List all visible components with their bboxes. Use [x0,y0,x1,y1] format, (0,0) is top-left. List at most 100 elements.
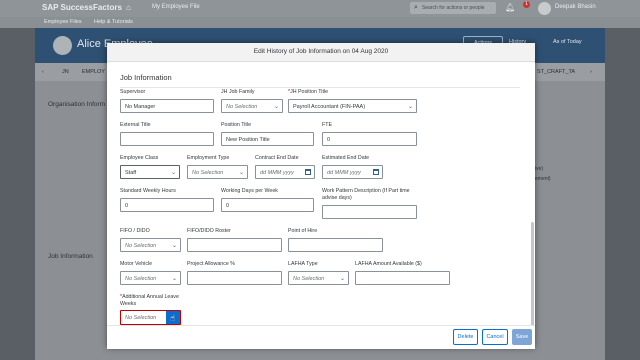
calendar-icon[interactable] [305,169,311,175]
point-of-hire-input[interactable] [288,238,383,252]
external-title-input[interactable] [120,132,214,146]
contract-end-date-picker[interactable]: dd MMM yyyy [255,165,315,179]
section-divider [120,87,520,88]
supervisor-value: No Manager [125,103,156,110]
delete-button[interactable]: Delete [453,329,478,345]
section-job-information: Job Information [48,253,93,260]
project-allowance-label: Project Allowance % [187,261,235,267]
jh-job-family-label: JH Job Family [221,89,255,95]
estimated-end-date-label: Estimated End Date [322,155,370,161]
side-fragment: ive) [535,166,544,172]
cancel-button[interactable]: Cancel [482,329,508,345]
point-of-hire-label: Point of Hire [288,228,318,234]
fifo-dido-select[interactable]: No Selection ⌄ [120,238,181,252]
global-search-input[interactable]: ⌕ Search for actions or people [410,2,496,14]
jh-position-title-label-text: JH Position Title [290,89,329,95]
side-fragment: ement) [535,176,551,182]
motor-vehicle-placeholder: No Selection [125,275,157,282]
lafha-type-select[interactable]: No Selection ⌄ [288,271,349,285]
lafha-amount-input[interactable] [355,271,450,285]
top-shell-bar: SAP SuccessFactors ⌂ My Employee File ⌕ … [0,0,640,17]
work-pattern-label: Work Pattern Description (If Part time a… [322,188,410,201]
position-title-value: New Position Title [226,136,270,143]
fte-value: 0 [327,136,331,143]
tab-next-chevron-icon[interactable]: › [590,69,592,75]
tab-st-craft[interactable]: ST_CRAFT_TA [537,69,575,75]
cursor-icon: ☝︎ [170,313,176,323]
jh-position-title-label: *JH Position Title [288,89,328,96]
subnav-employee-files[interactable]: Employee Files [44,19,82,25]
edit-job-info-dialog: Edit History of Job Information on 04 Au… [107,43,535,349]
app-logo[interactable]: SAP SuccessFactors [42,3,122,12]
working-days-label: Working Days per Week [221,188,278,194]
position-title-input[interactable]: New Position Title [221,132,314,146]
additional-annual-leave-label: *Additional Annual Leave Weeks [120,294,180,307]
employee-class-select[interactable]: Staff ⌄ [120,165,180,179]
bell-icon[interactable]: 🔔︎ [505,3,515,12]
chevron-down-icon[interactable]: ⌄ [340,275,345,282]
fifo-dido-roster-input[interactable] [187,238,282,252]
standard-weekly-hours-input[interactable]: 0 [120,198,214,212]
motor-vehicle-select[interactable]: No Selection ⌄ [120,271,181,285]
employment-type-select[interactable]: No Selection ⌄ [187,165,248,179]
motor-vehicle-label: Motor Vehicle [120,261,153,267]
chevron-down-icon[interactable]: ⌄ [274,103,279,110]
sub-navigation: Employee Files Help & Tutorials [0,17,640,28]
calendar-icon[interactable] [373,169,379,175]
lafha-type-placeholder: No Selection [293,275,325,282]
employee-class-label: Employee Class [120,155,159,161]
estimated-end-date-placeholder: dd MMM yyyy [327,169,361,176]
tab-prev-chevron-icon[interactable]: ‹ [42,69,44,75]
dialog-title: Edit History of Job Information on 04 Au… [107,43,535,62]
section-title: Job Information [120,73,172,82]
dialog-footer: Delete Cancel Save [107,325,535,349]
jh-job-family-select[interactable]: No Selection ⌄ [221,99,283,113]
estimated-end-date-picker[interactable]: dd MMM yyyy [322,165,383,179]
employee-class-value: Staff [125,169,137,176]
avatar[interactable] [538,2,551,15]
standard-weekly-hours-value: 0 [125,202,129,209]
chevron-down-icon[interactable]: ⌄ [408,103,413,110]
tab-employ[interactable]: EMPLOY [82,69,105,75]
as-of-today-link[interactable]: As of Today [553,39,582,45]
home-icon[interactable]: ⌂ [126,4,135,12]
jh-position-title-select[interactable]: Payroll Accountant (FIN-PAA) ⌄ [288,99,417,113]
external-title-label: External Title [120,122,151,128]
save-button[interactable]: Save [512,329,532,345]
contract-end-date-label: Contract End Date [255,155,299,161]
chevron-down-icon[interactable]: ⌄ [172,242,177,249]
work-pattern-input[interactable] [322,205,417,219]
supervisor-label: Supervisor [120,89,146,95]
tab-jn[interactable]: JN [62,69,69,75]
employment-type-placeholder: No Selection [192,169,224,176]
dialog-scrollbar[interactable] [531,222,534,325]
additional-annual-leave-label-text: Additional Annual Leave Weeks [120,294,179,307]
contract-end-date-placeholder: dd MMM yyyy [260,169,294,176]
supervisor-field[interactable]: No Manager [120,99,214,113]
project-allowance-input[interactable] [187,271,282,285]
jh-job-family-placeholder: No Selection [226,103,258,110]
profile-avatar [53,36,72,55]
chevron-down-icon[interactable]: ⌄ [172,275,177,282]
employment-type-label: Employment Type [187,155,230,161]
fte-input[interactable]: 0 [322,132,417,146]
position-title-label: Position Title [221,122,252,128]
section-organisation: Organisation Inform [48,101,106,108]
search-icon: ⌕ [414,4,418,11]
fte-label: FTE [322,122,333,128]
additional-annual-leave-placeholder: No Selection [125,314,157,321]
working-days-value: 0 [226,202,230,209]
fifo-dido-placeholder: No Selection [125,242,157,249]
chevron-down-icon[interactable]: ⌄ [171,169,176,176]
lafha-type-label: LAFHA Type [288,261,318,267]
standard-weekly-hours-label: Standard Weekly Hours [120,188,176,194]
nav-menu-label[interactable]: My Employee File [152,4,200,10]
fifo-dido-roster-label: FIFO/DIDO Roster [187,228,231,234]
lafha-amount-label: LAFHA Amount Available ($) [355,261,422,267]
chevron-down-icon[interactable]: ⌄ [239,169,244,176]
dialog-body: Job Information Supervisor No Manager JH… [107,62,535,325]
subnav-help-tutorials[interactable]: Help & Tutorials [94,19,133,25]
working-days-input[interactable]: 0 [221,198,314,212]
notification-badge: 1 [523,1,530,8]
user-name[interactable]: Deepak Bhasin [555,4,596,10]
